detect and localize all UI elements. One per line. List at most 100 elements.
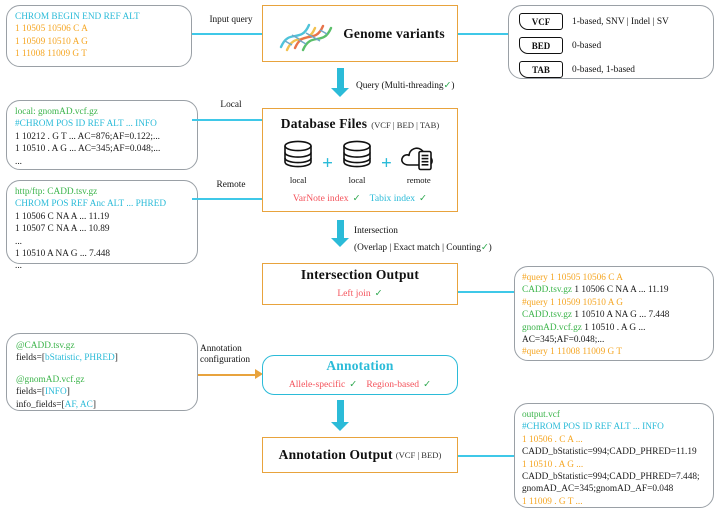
result-line-gnomad: gnomAD.vcf.gz 1 10510 . A G ... [522,322,706,334]
result-line-info: AC=345;AF=0.048;... [522,335,605,346]
format-desc-bed: 0-based [572,40,602,51]
annotation-output-arrow [331,400,349,431]
annotation-title: Annotation [326,358,394,373]
database-files-title: Database Files [280,116,368,131]
result-line-file: CADD.tsv.gz [522,285,573,296]
connector-genome-to-formats [458,33,508,35]
cadd-row: ... [15,261,22,272]
plus-icon: + [381,153,392,174]
varnote-index-check-icon: ✓ [352,193,361,204]
input-query-box: CHROM BEGIN END REF ALT 1 10505 10506 C … [6,5,192,67]
format-desc-vcf: 1-based, SNV | Indel | SV [572,16,669,27]
database-source-label: local [348,175,366,185]
database-source-label: local [289,175,307,185]
config-field-close: ] [114,353,118,364]
cadd-row: 1 10506 C NA A ... 11.19 [15,211,110,222]
output-filename: output.vcf [522,410,560,420]
intersection-output-box: Intersection Output Left join ✓ [262,263,458,305]
config-field-value: INFO [45,387,67,398]
intersection-close-paren: ) [488,243,492,253]
result-line-cadd: CADD.tsv.gz 1 10510 A NA G ... 7.448 [522,309,706,321]
database-source-local-2: local [339,138,375,185]
result-line-file: gnomAD.vcf.gz [522,322,582,333]
connector-annotation-configuration [198,374,256,376]
dna-helix-icon [279,23,333,51]
result-line-text: 1 10510 . A G ... [581,322,646,333]
intersection-result-box: #query 1 10505 10506 C A CADD.tsv.gz 1 1… [514,266,714,361]
intersection-check-icon: ✓ [480,243,489,253]
intersection-output-subtitle-row: Left join ✓ [337,283,382,301]
config-file-gnomad: @gnomAD.vcf.gz [16,374,85,385]
output-vcf-box: output.vcf #CHROM POS ID REF ALT ... INF… [514,403,714,508]
annotation-mode-allele: Allele-specific [288,379,346,390]
gnomad-filename: local: gnomAD.vcf.gz [15,107,98,117]
database-index-row: VarNote index ✓ Tabix index ✓ [293,188,427,206]
intersection-label: Intersection [354,226,398,236]
connector-local [192,119,262,121]
query-close-paren: ) [451,81,455,91]
config-field-label: info_fields=[ [16,399,65,410]
format-desc-tab: 0-based, 1-based [572,64,635,75]
input-query-row: 1 10509 10510 A G [15,36,88,47]
annotation-output-title: Annotation Output [278,447,393,462]
result-line-query: #query 1 11008 11009 G T [522,347,623,358]
allele-specific-check-icon: ✓ [349,379,358,390]
config-info-fields-gnomad: info_fields=[AF, AC] [16,399,188,411]
plus-icon: + [322,153,333,174]
genome-variants-box: Genome variants [262,5,458,62]
result-line-text: 1 10510 A NA G ... 7.448 [572,310,670,321]
gnomad-row: ... [15,156,22,167]
config-field-value: AF, AC [64,399,93,410]
cadd-row: 1 10507 C NA A ... 10.89 [15,224,110,235]
result-line-file: CADD.tsv.gz [522,310,573,321]
config-field-label: fields=[ [16,387,45,398]
input-query-row: 1 11008 11009 G T [15,49,87,60]
intersection-arrow-label: Intersection (Overlap | Exact match | Co… [354,226,492,255]
connector-input-query [192,33,262,35]
cadd-header: CHROM POS REF Anc ALT ... PHRED [15,199,167,210]
diagram-canvas: CHROM BEGIN END REF ALT 1 10505 10506 C … [0,0,720,515]
cadd-filename: http/ftp: CADD.tsv.gz [15,187,98,197]
database-files-box: Database Files (VCF | BED | TAB) local + [262,108,458,212]
output-info-line: gnomAD_AC=345;gnomAD_AF=0.048 [522,484,674,495]
annotation-config-label-line2: configuration [200,355,251,365]
config-field-label: fields=[ [16,353,45,364]
edge-label-local: Local [220,100,242,110]
query-label: Query ( [356,81,385,91]
intersection-output-subtitle: Left join [337,288,371,299]
result-line-query: #query 1 10509 10510 A G [522,297,623,308]
database-files-heading: Database Files (VCF | BED | TAB) [281,115,439,133]
gnomad-row: 1 10212 . G T ... AC=876;AF=0.122;... [15,131,160,142]
connector-remote [192,198,262,200]
database-source-local-1: local [280,138,316,185]
connector-annotation-output-to-vcf [458,455,514,457]
format-chip-vcf: VCF [519,13,563,30]
edge-label-remote: Remote [216,180,246,190]
annotation-output-subtitle: (VCF | BED) [395,450,442,460]
tabix-index-label: Tabix index [369,193,416,204]
annotation-box: Annotation Allele-specific ✓ Region-base… [262,355,458,395]
edge-label-input-query: Input query [209,15,253,25]
database-sources-row: local + local + remote [280,138,440,185]
region-based-check-icon: ✓ [423,379,432,390]
format-item-bed: BED 0-based [519,37,703,54]
gnomad-file-box: local: gnomAD.vcf.gz #CHROM POS ID REF A… [6,100,198,170]
config-field-value: bStatistic, PHRED [45,353,115,364]
input-query-row: 1 10505 10506 C A [15,24,88,35]
result-line-query: #query 1 10505 10506 C A [522,273,623,283]
database-source-remote: remote [398,138,440,185]
left-join-check-icon: ✓ [374,288,383,299]
format-chip-bed: BED [519,37,563,54]
output-variant-line: 1 11009 . G T ... [522,496,583,507]
config-file-cadd: @CADD.tsv.gz [16,341,75,351]
result-line-text: 1 10506 C NA A ... 11.19 [572,285,669,296]
config-fields-cadd: fields=[bStatistic, PHRED] [16,352,188,364]
config-spacer [16,365,188,374]
output-variant-line: 1 10506 . C A ... [522,434,583,445]
format-item-vcf: VCF 1-based, SNV | Indel | SV [519,13,703,30]
query-arrow [331,68,349,97]
database-cylinder-icon [284,140,312,168]
config-field-close: ] [92,399,96,410]
intersection-modes-row: (Overlap | Exact match | Counting✓) [354,237,492,255]
intersection-output-title: Intersection Output [300,267,420,282]
